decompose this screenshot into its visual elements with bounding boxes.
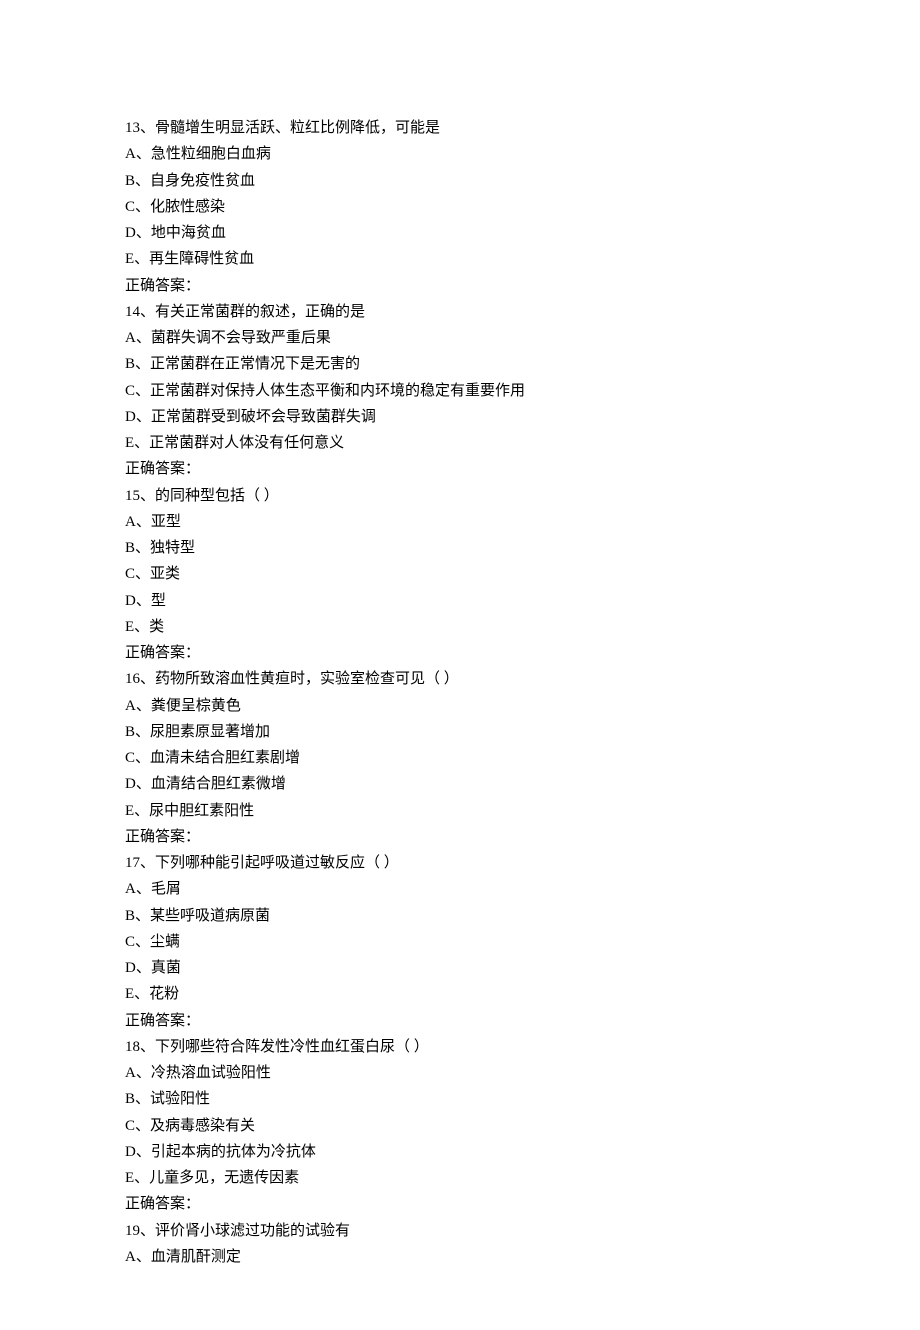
answer-label: 正确答案： [125,1008,795,1034]
option-a: A、冷热溶血试验阳性 [125,1060,795,1086]
option-c: C、及病毒感染有关 [125,1113,795,1139]
answer-label: 正确答案： [125,640,795,666]
answer-label: 正确答案： [125,824,795,850]
option-d: D、型 [125,588,795,614]
question-text: 16、药物所致溶血性黄疸时，实验室检查可见（ ） [125,666,795,692]
option-c: C、正常菌群对保持人体生态平衡和内环境的稳定有重要作用 [125,378,795,404]
option-d: D、正常菌群受到破坏会导致菌群失调 [125,404,795,430]
option-c: C、血清未结合胆红素剧增 [125,745,795,771]
option-a: A、亚型 [125,509,795,535]
question-text: 13、骨髓增生明显活跃、粒红比例降低，可能是 [125,115,795,141]
option-d: D、血清结合胆红素微增 [125,771,795,797]
answer-label: 正确答案： [125,456,795,482]
question-text: 14、有关正常菌群的叙述，正确的是 [125,299,795,325]
question-18: 18、下列哪些符合阵发性冷性血红蛋白尿（ ） A、冷热溶血试验阳性 B、试验阳性… [125,1034,795,1218]
option-b: B、正常菌群在正常情况下是无害的 [125,351,795,377]
option-e: E、再生障碍性贫血 [125,246,795,272]
document-content: 13、骨髓增生明显活跃、粒红比例降低，可能是 A、急性粒细胞白血病 B、自身免疫… [125,115,795,1270]
option-b: B、试验阳性 [125,1086,795,1112]
question-text: 19、评价肾小球滤过功能的试验有 [125,1218,795,1244]
option-d: D、引起本病的抗体为冷抗体 [125,1139,795,1165]
option-e: E、儿童多见，无遗传因素 [125,1165,795,1191]
question-text: 15、的同种型包括（ ） [125,483,795,509]
question-text: 17、下列哪种能引起呼吸道过敏反应（ ） [125,850,795,876]
option-a: A、粪便呈棕黄色 [125,693,795,719]
answer-label: 正确答案： [125,1191,795,1217]
question-19: 19、评价肾小球滤过功能的试验有 A、血清肌酐测定 [125,1218,795,1271]
option-d: D、真菌 [125,955,795,981]
option-b: B、尿胆素原显著增加 [125,719,795,745]
option-a: A、血清肌酐测定 [125,1244,795,1270]
question-17: 17、下列哪种能引起呼吸道过敏反应（ ） A、毛屑 B、某些呼吸道病原菌 C、尘… [125,850,795,1034]
question-13: 13、骨髓增生明显活跃、粒红比例降低，可能是 A、急性粒细胞白血病 B、自身免疫… [125,115,795,299]
option-e: E、花粉 [125,981,795,1007]
option-b: B、自身免疫性贫血 [125,168,795,194]
option-c: C、尘螨 [125,929,795,955]
question-16: 16、药物所致溶血性黄疸时，实验室检查可见（ ） A、粪便呈棕黄色 B、尿胆素原… [125,666,795,850]
option-a: A、毛屑 [125,876,795,902]
option-e: E、类 [125,614,795,640]
option-d: D、地中海贫血 [125,220,795,246]
question-text: 18、下列哪些符合阵发性冷性血红蛋白尿（ ） [125,1034,795,1060]
option-b: B、某些呼吸道病原菌 [125,903,795,929]
option-c: C、化脓性感染 [125,194,795,220]
question-15: 15、的同种型包括（ ） A、亚型 B、独特型 C、亚类 D、型 E、类 正确答… [125,483,795,667]
option-e: E、正常菌群对人体没有任何意义 [125,430,795,456]
option-a: A、急性粒细胞白血病 [125,141,795,167]
option-a: A、菌群失调不会导致严重后果 [125,325,795,351]
option-e: E、尿中胆红素阳性 [125,798,795,824]
question-14: 14、有关正常菌群的叙述，正确的是 A、菌群失调不会导致严重后果 B、正常菌群在… [125,299,795,483]
answer-label: 正确答案： [125,273,795,299]
option-b: B、独特型 [125,535,795,561]
option-c: C、亚类 [125,561,795,587]
